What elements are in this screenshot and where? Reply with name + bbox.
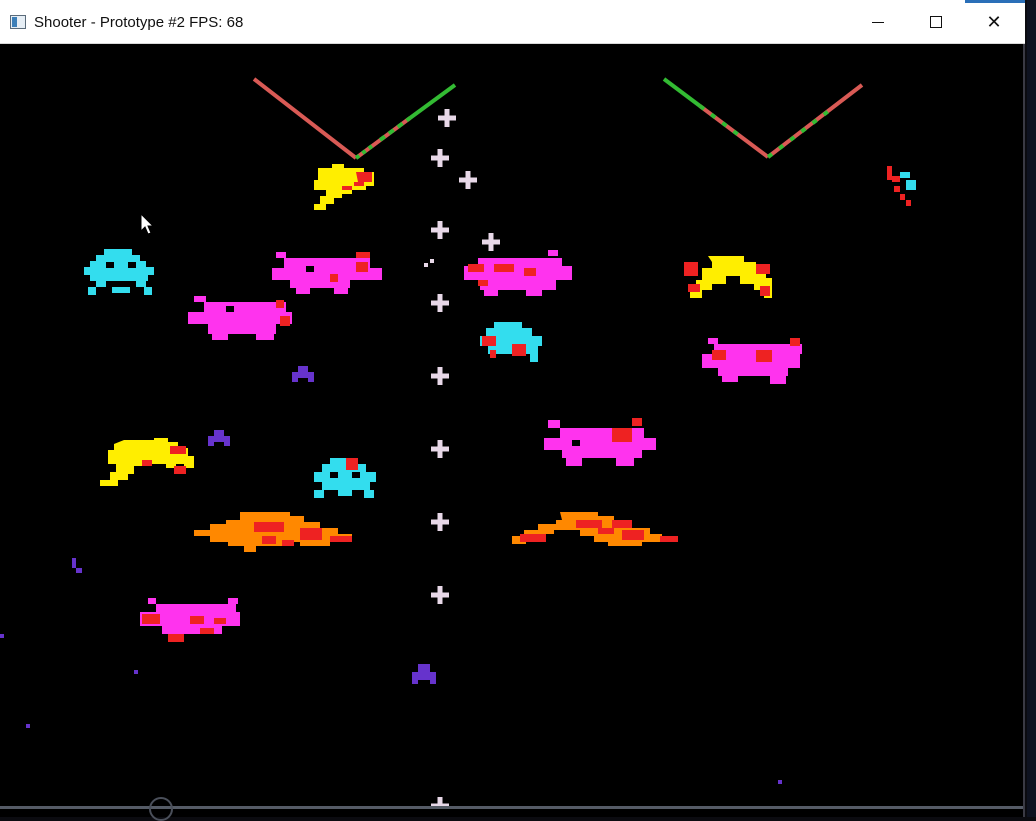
minimize-button[interactable] <box>849 0 907 44</box>
debris <box>430 259 434 263</box>
game-background <box>0 44 1023 817</box>
window-title: Shooter - Prototype #2 FPS: 68 <box>34 14 244 31</box>
game-canvas[interactable] <box>0 44 1023 817</box>
maximize-icon <box>930 16 942 28</box>
desktop-edge <box>1027 0 1036 817</box>
title-bar[interactable]: Shooter - Prototype #2 FPS: 68 ✕ <box>0 0 1025 44</box>
seek-handle[interactable] <box>149 797 173 821</box>
debris <box>424 263 428 267</box>
close-icon: ✕ <box>986 11 1002 32</box>
app-window-icon <box>10 15 26 29</box>
mouse-pointer-icon <box>140 213 155 235</box>
minimize-icon <box>872 21 884 23</box>
maximize-button[interactable] <box>907 0 965 44</box>
game-window: Shooter - Prototype #2 FPS: 68 ✕ <box>0 0 1025 821</box>
window-edge-accent <box>965 0 1025 3</box>
close-button[interactable]: ✕ <box>965 0 1023 44</box>
